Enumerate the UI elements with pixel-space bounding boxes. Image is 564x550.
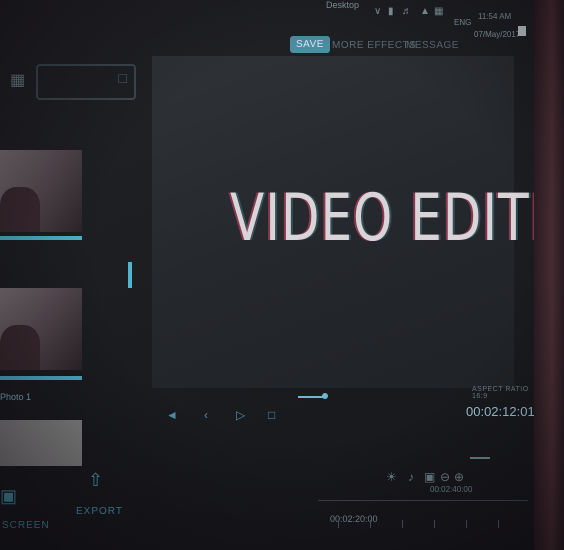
wifi-icon[interactable]: ▲ xyxy=(420,6,430,17)
clock-date: 07/May/2017 xyxy=(474,30,521,39)
timeline-marker: 00:02:40:00 xyxy=(430,485,473,494)
chevron-icon[interactable]: ∨ xyxy=(374,6,381,17)
back-icon[interactable]: ‹ xyxy=(204,408,208,422)
volume-slider[interactable] xyxy=(298,396,324,398)
share-icon[interactable]: ⇧ xyxy=(88,470,103,491)
play-icon[interactable]: ▷ xyxy=(236,408,245,422)
preview-title-text: VIDEO EDITING xyxy=(230,180,534,256)
timeline-ruler[interactable] xyxy=(318,500,528,501)
current-timecode: 00:02:12:01 xyxy=(466,404,534,419)
timeline-tick xyxy=(338,520,339,528)
system-bar: Desktop ∨ ▮ ♬ ▲ ▦ ENG 11:54 AM 07/May/20… xyxy=(280,0,534,39)
thumbnail-selection-bar xyxy=(0,236,82,240)
timeline-tick xyxy=(434,520,435,528)
grid-icon[interactable]: ▦ xyxy=(10,70,25,90)
more-effects-menu[interactable]: MORE EFFECTS xyxy=(332,40,416,51)
rewind-icon[interactable]: ◄ xyxy=(166,408,178,422)
keyboard-icon[interactable]: ▦ xyxy=(434,6,443,17)
zoom-slider[interactable] xyxy=(470,457,490,459)
volume-slider-handle[interactable] xyxy=(322,393,328,399)
zoom-out-icon[interactable]: ⊖ xyxy=(440,470,450,484)
timeline-tick xyxy=(466,520,467,528)
video-preview[interactable]: VIDEO EDITING xyxy=(152,56,534,388)
clock-time: 11:54 AM xyxy=(478,12,512,21)
screen-button[interactable]: SCREEN xyxy=(2,520,50,531)
zoom-in-icon[interactable]: ⊕ xyxy=(454,470,464,484)
stop-icon[interactable]: □ xyxy=(268,408,275,422)
save-button[interactable]: SAVE xyxy=(290,36,330,53)
thumbnail-caption: Photo 1 xyxy=(0,392,32,402)
language-indicator[interactable]: ENG xyxy=(454,18,471,27)
aspect-ratio-label: ASPECT RATIO 16:9 xyxy=(472,386,529,400)
monitor-screen: Desktop ∨ ▮ ♬ ▲ ▦ ENG 11:54 AM 07/May/20… xyxy=(0,0,534,550)
crop-icon[interactable]: ▣ xyxy=(424,470,435,484)
media-thumbnail[interactable] xyxy=(0,288,82,370)
audio-icon[interactable]: ♪ xyxy=(408,470,414,484)
timeline-tick xyxy=(370,520,371,528)
battery-icon: ▮ xyxy=(388,6,394,17)
volume-icon[interactable]: ♬ xyxy=(402,6,412,17)
search-input[interactable]: ☐ xyxy=(36,64,136,100)
screen-icon[interactable]: ▣ xyxy=(0,486,17,507)
brightness-icon[interactable]: ☀ xyxy=(386,470,397,484)
notification-icon[interactable] xyxy=(518,26,526,36)
message-menu[interactable]: MESSAGE xyxy=(406,40,459,51)
search-icon: ☐ xyxy=(117,72,128,86)
timeline-tick xyxy=(498,520,499,528)
media-thumbnail[interactable] xyxy=(0,420,82,466)
panel-scrollbar[interactable] xyxy=(128,262,132,288)
desktop-label[interactable]: Desktop xyxy=(326,0,359,10)
monitor-bezel xyxy=(534,0,564,550)
thumbnail-selection-bar xyxy=(0,376,82,380)
export-button[interactable]: EXPORT xyxy=(76,506,123,517)
timeline-tick xyxy=(402,520,403,528)
media-thumbnail[interactable] xyxy=(0,150,82,232)
